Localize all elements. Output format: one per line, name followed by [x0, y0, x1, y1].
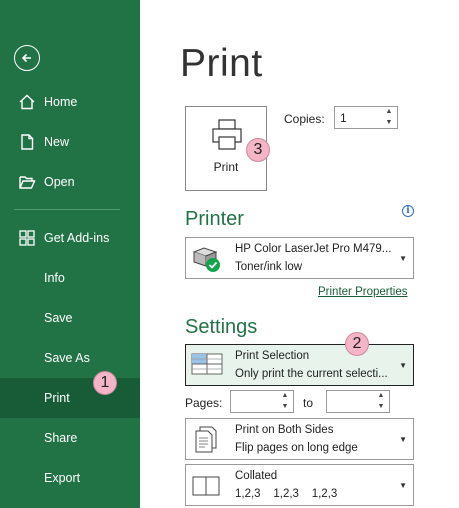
collated-pages-icon	[192, 476, 220, 496]
pages-to-label: to	[303, 396, 314, 410]
pages-from-input[interactable]: ▲ ▼	[230, 390, 294, 413]
collation-select[interactable]: Collated 1,2,3 1,2,3 1,2,3 ▼	[185, 464, 414, 506]
copies-label: Copies:	[284, 112, 325, 126]
chevron-down-icon: ▼	[399, 435, 407, 444]
chevron-up-icon[interactable]: ▲	[375, 391, 387, 402]
pages-label: Pages:	[185, 396, 223, 410]
add-ins-grid-icon	[19, 230, 35, 246]
folder-open-icon	[19, 176, 36, 189]
print-scope-subtitle: Only print the current selecti...	[235, 368, 388, 380]
selection-grid-icon	[191, 353, 223, 375]
page-title: Print	[180, 42, 263, 85]
nav-save[interactable]: Save	[0, 298, 140, 338]
printer-status-icon	[192, 247, 220, 272]
chevron-down-icon: ▼	[399, 481, 407, 490]
collation-subtitle: 1,2,3 1,2,3 1,2,3	[235, 488, 338, 500]
nav-new-label: New	[44, 135, 70, 149]
nav-print[interactable]: Print	[0, 378, 140, 418]
back-arrow-icon[interactable]	[14, 45, 40, 71]
callout-badge-3: 3	[246, 138, 270, 162]
nav-share[interactable]: Share	[0, 418, 140, 458]
home-icon	[19, 94, 35, 110]
nav-export-label: Export	[44, 471, 81, 485]
nav-info-label: Info	[44, 271, 65, 285]
printer-select[interactable]: HP Color LaserJet Pro M479... Toner/ink …	[185, 237, 414, 279]
backstage-sidebar: Home New Open Get Add-ins Info Save Save…	[0, 0, 140, 508]
nav-export[interactable]: Export	[0, 458, 140, 498]
nav-home-label: Home	[44, 95, 78, 109]
collation-title: Collated	[235, 470, 278, 482]
nav-print-label: Print	[44, 391, 70, 405]
chevron-down-icon: ▼	[399, 361, 407, 370]
info-icon[interactable]: i	[402, 205, 414, 217]
duplex-title: Print on Both Sides	[235, 424, 334, 436]
new-document-icon	[21, 134, 34, 150]
print-pane: Print Print Copies: 1 ▲ ▼ Printer i HP C…	[140, 0, 459, 508]
nav-share-label: Share	[44, 431, 78, 445]
callout-badge-1: 1	[93, 371, 117, 395]
nav-home[interactable]: Home	[0, 82, 140, 122]
duplex-pages-icon	[195, 426, 217, 453]
duplex-subtitle: Flip pages on long edge	[235, 442, 358, 454]
chevron-up-icon[interactable]: ▲	[383, 107, 395, 118]
nav-save-as[interactable]: Save As	[0, 338, 140, 378]
chevron-down-icon[interactable]: ▼	[375, 402, 387, 413]
callout-badge-2: 2	[345, 332, 369, 356]
print-scope-title: Print Selection	[235, 350, 310, 362]
copies-stepper[interactable]: 1 ▲ ▼	[334, 106, 398, 129]
pages-to-input[interactable]: ▲ ▼	[326, 390, 390, 413]
duplex-select[interactable]: Print on Both Sides Flip pages on long e…	[185, 418, 414, 460]
chevron-down-icon[interactable]: ▼	[279, 402, 291, 413]
nav-new[interactable]: New	[0, 122, 140, 162]
settings-heading: Settings	[185, 316, 258, 338]
print-scope-select[interactable]: Print Selection Only print the current s…	[185, 344, 414, 386]
nav-open[interactable]: Open	[0, 162, 140, 202]
printer-icon	[212, 119, 242, 150]
chevron-down-icon: ▼	[399, 254, 407, 263]
nav-get-add-ins-label: Get Add-ins	[44, 231, 110, 245]
nav-info[interactable]: Info	[0, 258, 140, 298]
nav-save-label: Save	[44, 311, 73, 325]
sidebar-divider	[14, 209, 120, 210]
nav-save-as-label: Save As	[44, 351, 90, 365]
print-button-label: Print	[213, 160, 239, 174]
nav-get-add-ins[interactable]: Get Add-ins	[0, 218, 140, 258]
nav-open-label: Open	[44, 175, 75, 189]
copies-value: 1	[340, 111, 347, 125]
printer-status: Toner/ink low	[235, 261, 303, 273]
printer-properties-link[interactable]: Printer Properties	[318, 286, 407, 298]
chevron-down-icon[interactable]: ▼	[383, 118, 395, 129]
printer-name: HP Color LaserJet Pro M479...	[235, 243, 392, 255]
chevron-up-icon[interactable]: ▲	[279, 391, 291, 402]
printer-heading: Printer	[185, 208, 244, 230]
